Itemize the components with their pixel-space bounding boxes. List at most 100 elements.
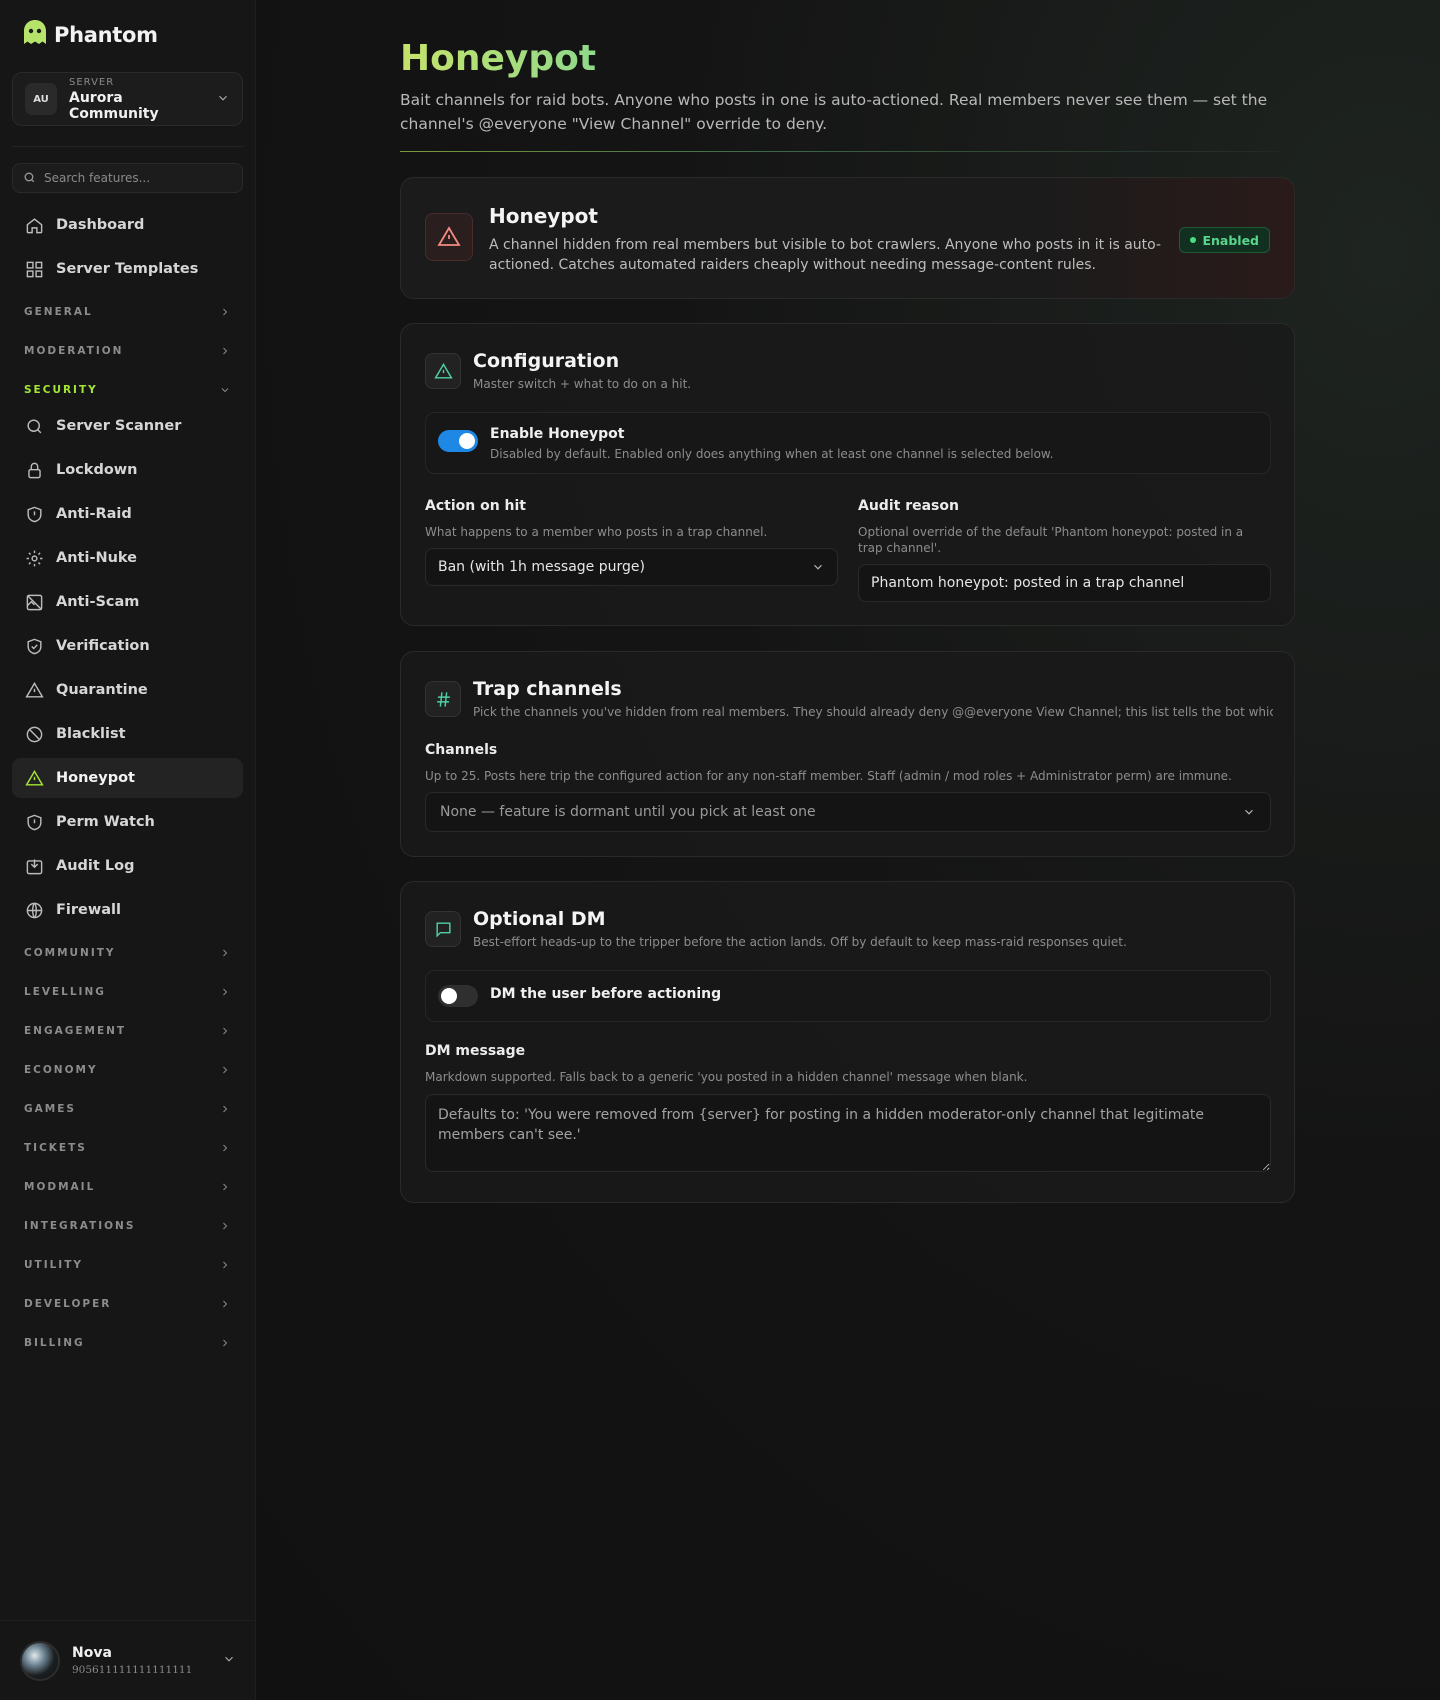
lock-icon <box>24 460 44 480</box>
shield-alert-icon <box>24 812 44 832</box>
section-economy[interactable]: ECONOMY <box>24 1060 231 1080</box>
chevron-right-icon <box>223 1144 228 1152</box>
ghost-logo-icon <box>22 19 48 51</box>
dm-message-label: DM message <box>425 1043 526 1059</box>
nav-perm-watch[interactable]: Perm Watch <box>12 802 243 842</box>
toggle-label: DM the user before actioning <box>490 986 722 1002</box>
section-modmail[interactable]: MODMAIL <box>24 1177 231 1197</box>
nav-firewall[interactable]: Firewall <box>12 890 243 930</box>
section-levelling[interactable]: LEVELLING <box>24 982 231 1002</box>
chevron-right-icon <box>223 1105 228 1113</box>
shield-check-icon <box>24 636 44 656</box>
search-icon <box>23 169 36 188</box>
toggle-help: Disabled by default. Enabled only does a… <box>490 447 1054 461</box>
section-engagement[interactable]: ENGAGEMENT <box>24 1021 231 1041</box>
chevron-right-icon <box>223 347 228 355</box>
search-box[interactable] <box>12 163 243 193</box>
user-menu[interactable]: Nova 905611111111111111 <box>0 1620 256 1700</box>
nav-audit-log[interactable]: Audit Log <box>12 846 243 886</box>
search-input[interactable] <box>44 171 232 185</box>
nav-label: Dashboard <box>56 217 145 233</box>
divider <box>12 146 243 147</box>
nav-quarantine[interactable]: Quarantine <box>12 670 243 710</box>
page-title: Honeypot <box>400 38 597 79</box>
brand[interactable]: Phantom <box>22 20 158 50</box>
search-icon <box>24 416 44 436</box>
channels-select[interactable]: None — feature is dormant until you pick… <box>425 792 1271 832</box>
server-avatar: AU <box>25 83 57 115</box>
dm-message-textarea[interactable] <box>425 1094 1271 1172</box>
nav-lockdown[interactable]: Lockdown <box>12 450 243 490</box>
optional-dm-card: Optional DM Best-effort heads-up to the … <box>400 881 1295 1203</box>
page-subtitle: Bait channels for raid bots. Anyone who … <box>400 91 1268 133</box>
nav-verification[interactable]: Verification <box>12 626 243 666</box>
nav-server-templates[interactable]: Server Templates <box>12 249 243 289</box>
section-tickets[interactable]: TICKETS <box>24 1138 231 1158</box>
gear-icon <box>24 548 44 568</box>
section-general[interactable]: GENERAL <box>24 302 231 322</box>
channels-label: Channels <box>425 742 498 758</box>
server-name: Aurora Community <box>69 89 159 122</box>
section-subtitle: Master switch + what to do on a hit. <box>473 377 692 391</box>
warning-icon <box>425 213 473 261</box>
section-billing[interactable]: BILLING <box>24 1333 231 1353</box>
message-icon <box>425 911 461 947</box>
nav-anti-nuke[interactable]: Anti-Nuke <box>12 538 243 578</box>
avatar <box>20 1640 60 1681</box>
reason-help: Optional override of the default 'Phanto… <box>858 525 1244 555</box>
chevron-right-icon <box>223 1066 228 1074</box>
audit-reason-input[interactable] <box>858 564 1271 602</box>
section-developer[interactable]: DEVELOPER <box>24 1294 231 1314</box>
reason-label: Audit reason <box>858 498 959 514</box>
brand-name: Phantom <box>54 23 158 47</box>
section-integrations[interactable]: INTEGRATIONS <box>24 1216 231 1236</box>
hash-icon <box>425 681 461 717</box>
shield-alert-icon <box>24 504 44 524</box>
chevron-right-icon <box>223 949 228 957</box>
inbox-download-icon <box>24 856 44 876</box>
nav-dashboard[interactable]: Dashboard <box>12 205 243 245</box>
enable-honeypot-row: Enable Honeypot Disabled by default. Ena… <box>425 412 1271 474</box>
section-community[interactable]: COMMUNITY <box>24 943 231 963</box>
home-icon <box>24 215 44 235</box>
nav-anti-scam[interactable]: Anti-Scam <box>12 582 243 622</box>
nav-honeypot[interactable]: Honeypot <box>12 758 243 798</box>
section-subtitle: Pick the channels you've hidden from rea… <box>473 705 1273 719</box>
user-id: 905611111111111111 <box>72 1664 193 1676</box>
chevron-down-icon <box>221 388 229 393</box>
dm-message-help: Markdown supported. Falls back to a gene… <box>425 1070 1028 1084</box>
chevron-right-icon <box>223 308 228 316</box>
feature-hero-card: Honeypot A channel hidden from real memb… <box>400 177 1295 299</box>
section-games[interactable]: GAMES <box>24 1099 231 1119</box>
hero-title: Honeypot <box>489 204 598 228</box>
warning-icon <box>24 768 44 788</box>
chevron-down-icon <box>814 564 822 570</box>
action-select[interactable]: Ban (with 1h message purge) <box>425 548 838 586</box>
divider <box>400 151 1280 152</box>
chevron-right-icon <box>223 1027 228 1035</box>
server-switcher[interactable]: AU SERVER Aurora Community <box>12 72 243 126</box>
section-utility[interactable]: UTILITY <box>24 1255 231 1275</box>
dm-user-toggle[interactable] <box>438 985 478 1007</box>
section-title: Trap channels <box>473 678 622 700</box>
toggle-label: Enable Honeypot <box>490 426 625 442</box>
audit-reason-field[interactable] <box>871 575 1258 591</box>
nav-label: Server Templates <box>56 261 199 277</box>
nav-blacklist[interactable]: Blacklist <box>12 714 243 754</box>
trap-channels-card: Trap channels Pick the channels you've h… <box>400 651 1295 857</box>
chevron-right-icon <box>223 1300 228 1308</box>
chevron-down-icon <box>222 1651 236 1670</box>
section-security[interactable]: SECURITY <box>24 380 231 400</box>
chevron-right-icon <box>223 1183 228 1191</box>
toggle-knob <box>459 433 475 449</box>
section-title: Configuration <box>473 350 620 372</box>
section-title: Optional DM <box>473 908 606 930</box>
enable-honeypot-toggle[interactable] <box>438 430 478 452</box>
section-moderation[interactable]: MODERATION <box>24 341 231 361</box>
action-label: Action on hit <box>425 498 527 514</box>
chevron-right-icon <box>223 1261 228 1269</box>
nav-anti-raid[interactable]: Anti-Raid <box>12 494 243 534</box>
chevron-right-icon <box>223 1339 228 1347</box>
nav-server-scanner[interactable]: Server Scanner <box>12 406 243 446</box>
chevron-down-icon <box>1245 809 1253 815</box>
